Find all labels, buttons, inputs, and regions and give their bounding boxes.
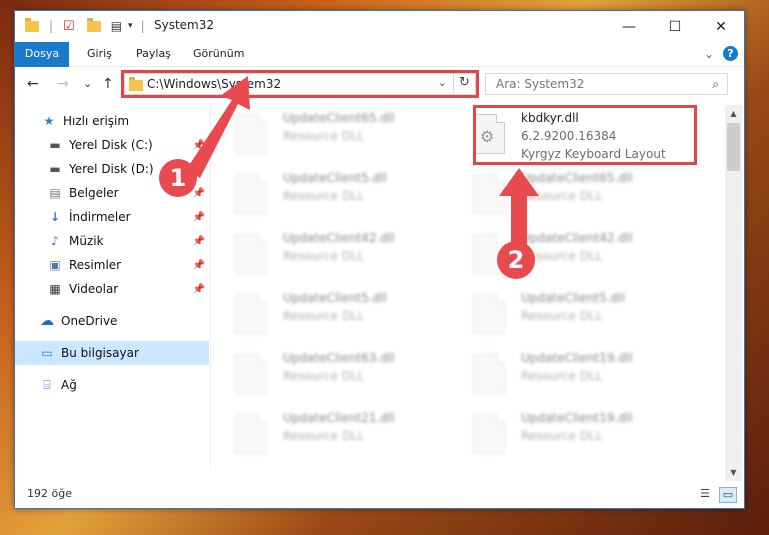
arrow-2 (499, 168, 539, 250)
annotation-arrows (186, 76, 539, 250)
arrow-1 (186, 76, 250, 178)
step-badge-1: 1 (159, 159, 197, 197)
step-badge-2: 2 (497, 241, 535, 279)
